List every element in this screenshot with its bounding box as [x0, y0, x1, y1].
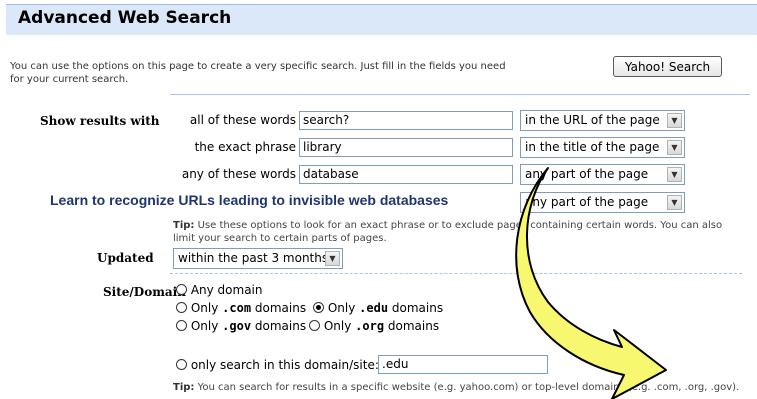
annotation-arrow-icon — [515, 167, 667, 399]
